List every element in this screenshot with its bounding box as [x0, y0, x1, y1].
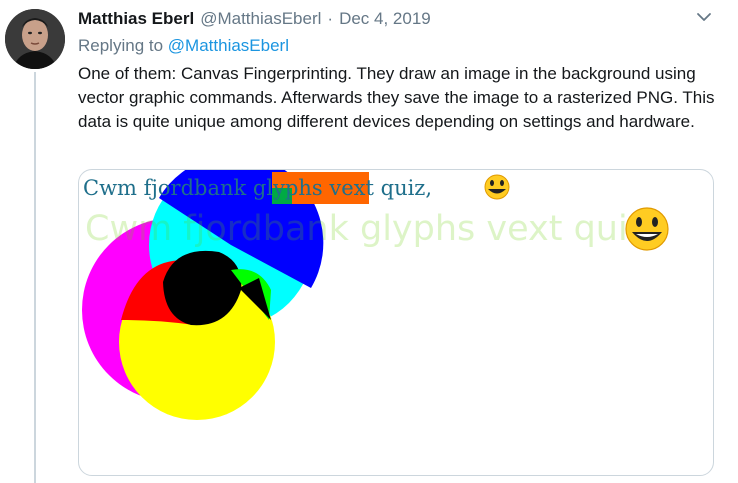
thread-connector-line — [34, 72, 36, 483]
canvas-fingerprint-image: Cwm fjordbank glyphs vext quiz, Cwm fjor… — [82, 170, 669, 420]
chevron-down-icon — [697, 13, 711, 21]
tweet-text: One of them: Canvas Fingerprinting. They… — [78, 64, 715, 131]
emoji-large-icon — [625, 207, 669, 251]
author-handle[interactable]: @MatthiasEberl — [200, 9, 321, 29]
reply-prefix: Replying to — [78, 36, 164, 55]
tweet-date[interactable]: Dec 4, 2019 — [339, 9, 431, 29]
reply-mention-link[interactable]: @MatthiasEberl — [168, 36, 289, 55]
avatar-image — [5, 9, 65, 69]
fingerprint-text-large: Cwm fjordbank glyphs vext quiz, — [85, 209, 657, 249]
replying-to: Replying to @MatthiasEberl — [78, 36, 289, 56]
avatar[interactable] — [5, 9, 65, 69]
author-name[interactable]: Matthias Eberl — [78, 9, 194, 29]
emoji-small-icon — [484, 174, 510, 200]
header-separator: · — [327, 9, 334, 28]
tweet-header: Matthias Eberl @MatthiasEberl · Dec 4, 2… — [78, 8, 431, 30]
more-options-button[interactable] — [694, 8, 714, 26]
tweet-media-image[interactable]: Cwm fjordbank glyphs vext quiz, Cwm fjor… — [78, 169, 714, 476]
fingerprint-text-top: Cwm fjordbank glyphs vext quiz, — [83, 176, 432, 200]
